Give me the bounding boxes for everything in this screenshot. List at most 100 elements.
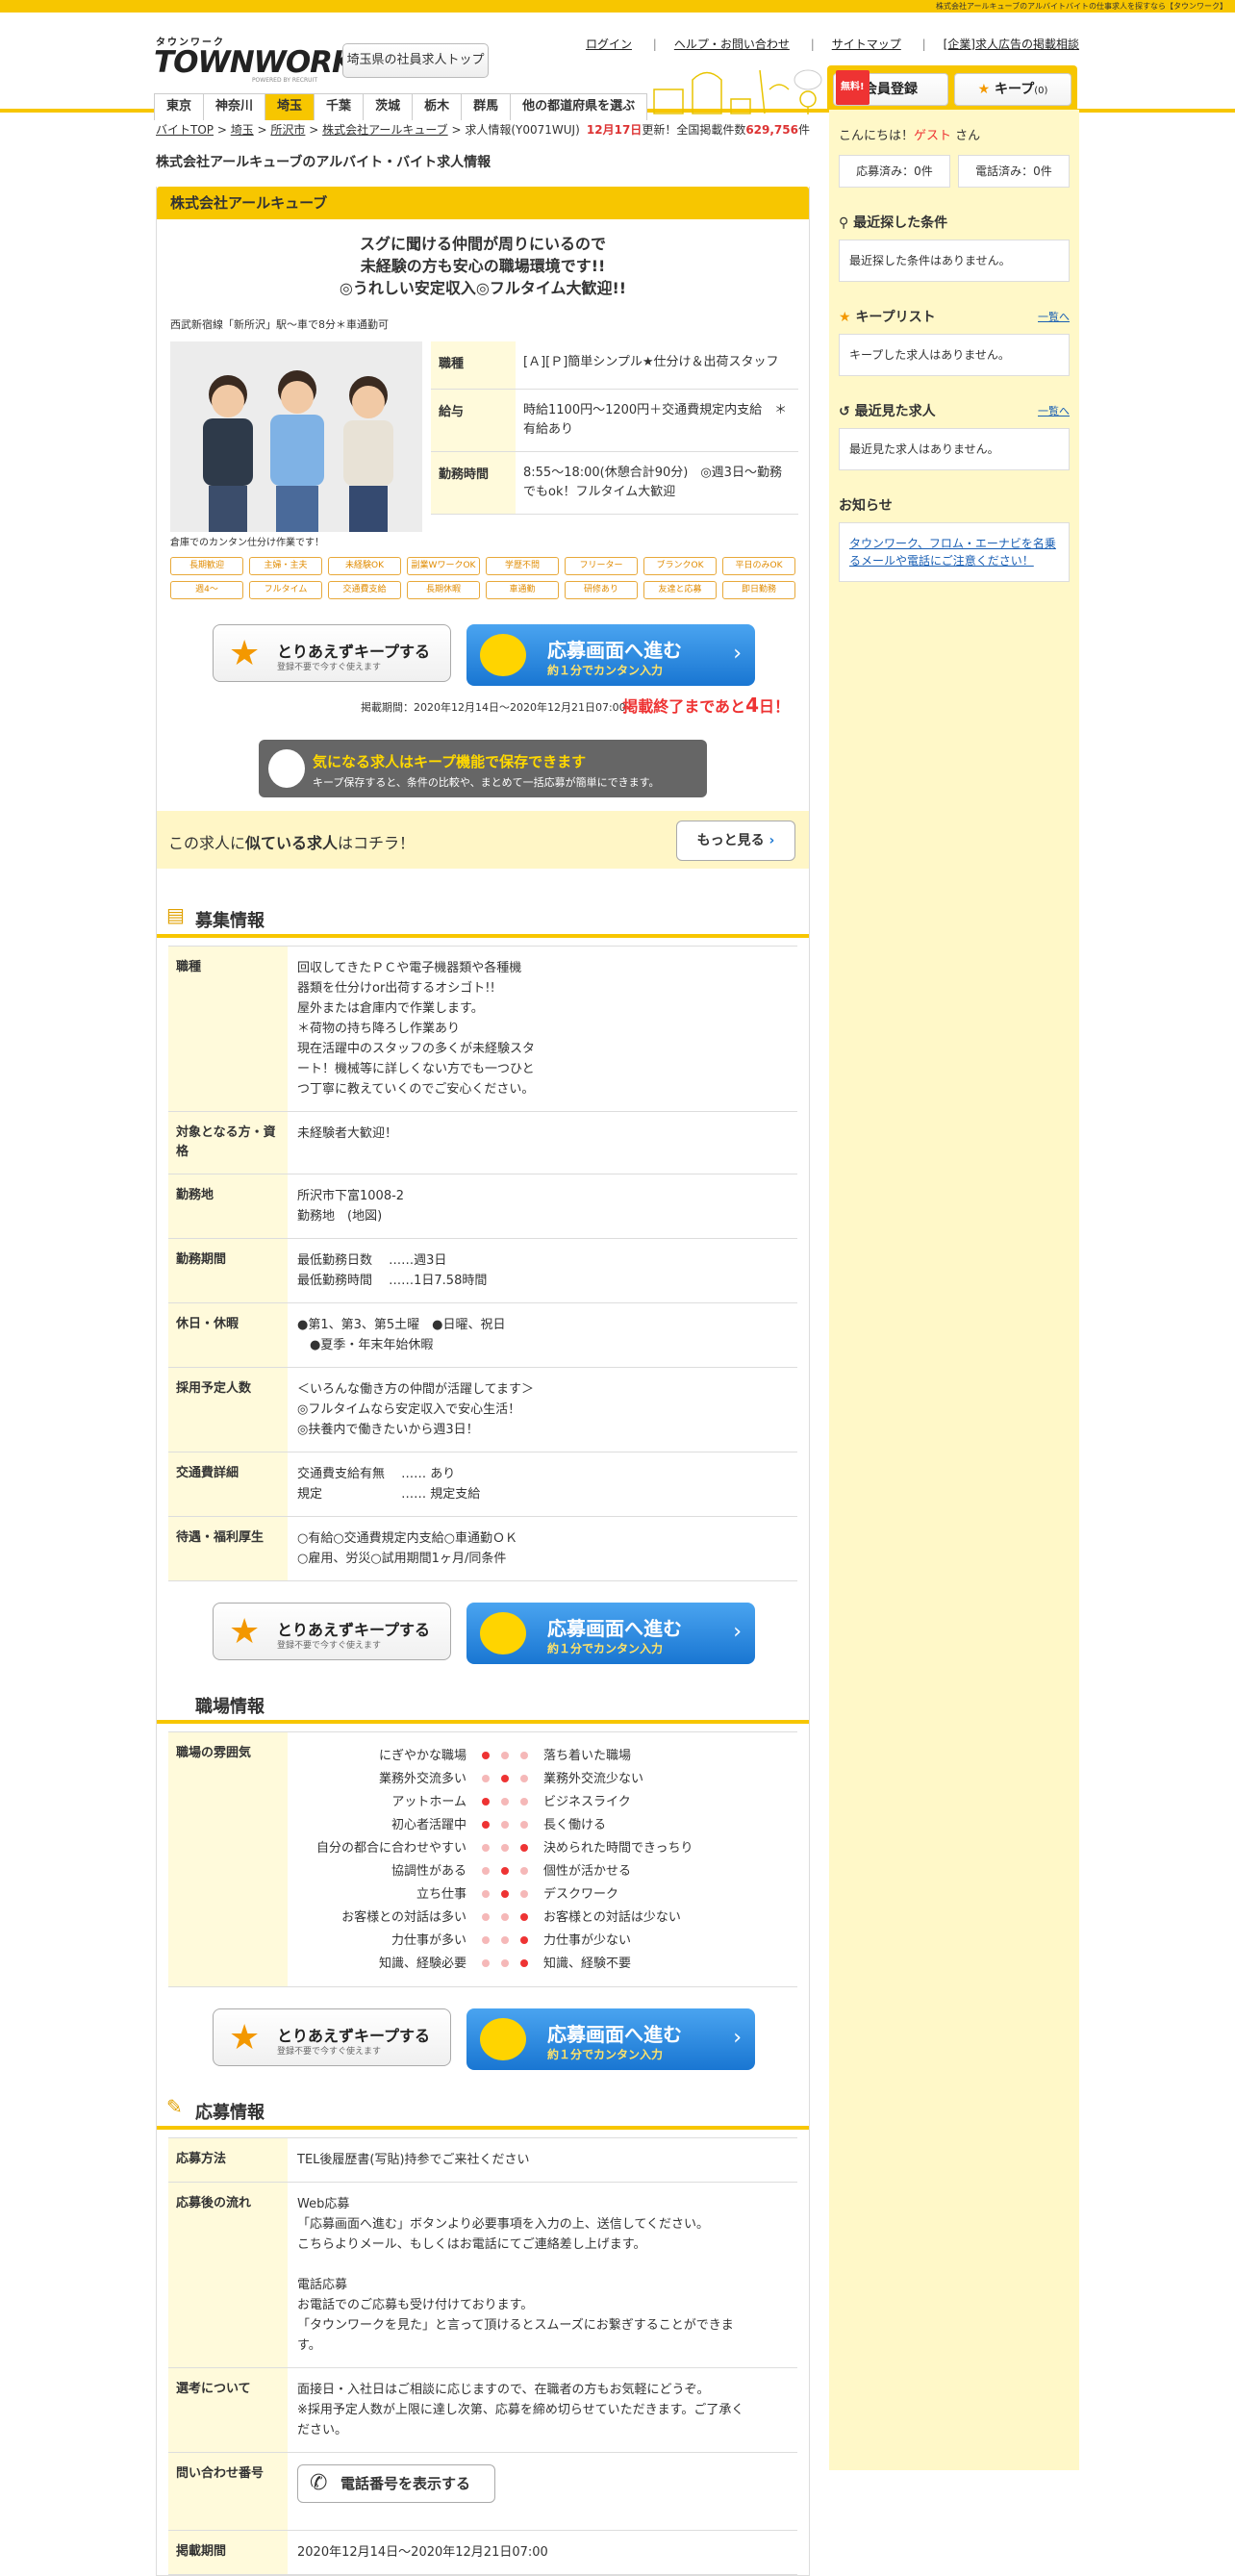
mood-dot [520,1913,528,1921]
pref-tab-other[interactable]: 他の都道府県を選ぶ [510,93,648,120]
feature-tag[interactable]: 週4～ [170,581,243,599]
mood-right: 落ち着いた職場 [543,1748,632,1763]
mood-dot [501,1844,509,1852]
feature-tag[interactable]: 研修あり [565,581,638,599]
detail-key: 応募後の流れ [168,2183,288,2367]
summary-key: 勤務時間 [431,452,516,514]
mood-dot [520,1959,528,1967]
mood-dot [520,1936,528,1944]
login-link[interactable]: ログイン [586,38,632,51]
recent-viewed-link[interactable]: 一覧へ [1038,403,1070,418]
breadcrumb-company[interactable]: 株式会社アールキューブ [322,123,448,137]
pref-tab-gunma[interactable]: 群馬 [461,93,512,120]
notice-link[interactable]: タウンワーク、フロム・エーナビを名乗るメールや電話にご注意ください！ [849,537,1056,568]
pref-tab-tochigi[interactable]: 栃木 [412,93,463,120]
summary-value: 時給1100円～1200円＋交通費規定内支給 ＊有給あり [523,403,788,437]
star-icon: ★ [839,310,851,325]
mood-item: 業務外交流多い 業務外交流少ない [297,1767,788,1790]
show-phone-button[interactable]: ✆ 電話番号を表示する [297,2464,495,2503]
feature-tag[interactable]: 長期休暇 [407,581,480,599]
summary-row: 給与 時給1100円～1200円＋交通費規定内支給 ＊有給あり [431,390,798,452]
keep-list-link[interactable]: 一覧へ [1038,309,1070,324]
keep-button-label: とりあえずキープする [277,2027,431,2045]
phone-icon: ✆ [310,2471,328,2495]
recent-viewed-box: 最近見た求人はありません。 [839,428,1070,470]
apply-info-header: ✎ 応募情報 [157,2089,809,2130]
free-badge: 無料! [836,70,870,105]
mood-left: 業務外交流多い [378,1771,466,1786]
member-register-label: 会員登録 [864,82,918,97]
sitemap-link[interactable]: サイトマップ [811,38,901,51]
feature-tag[interactable]: フリーター [565,557,638,575]
cta-row: ★ とりあえずキープする 登録不要で今すぐ使えます 応募画面へ進む 約１分でカン… [157,2008,809,2076]
townwork-logo[interactable]: タウンワーク TOWNWORK POWERED BY RECRUIT [154,34,355,84]
keep-button[interactable]: ★ とりあえずキープする 登録不要で今すぐ使えます [213,2008,451,2066]
photo-caption: 倉庫でのカンタン仕分け作業です！ [170,538,324,548]
detail-key: 選考について [168,2368,288,2452]
period-key: 掲載期間 [168,2531,288,2574]
feature-tag[interactable]: 即日勤務 [722,581,795,599]
keep-button[interactable]: ★ とりあえずキープする 登録不要で今すぐ使えます [213,624,451,682]
mood-dot [520,1890,528,1898]
pref-tab-ibaraki[interactable]: 茨城 [363,93,414,120]
similar-jobs-text: この求人に似ている求人はコチラ！ [168,834,416,852]
feature-tag[interactable]: ブランクOK [643,557,717,575]
star-icon: ★ [229,2018,261,2058]
detail-line: 勤務地 (地図) [297,1209,383,1224]
saitama-top-button[interactable]: 埼玉県の社員求人トップ [342,43,489,78]
feature-tag[interactable]: 未経験OK [328,557,401,575]
pref-tab-tokyo[interactable]: 東京 [154,93,205,120]
feature-tag[interactable]: 車通勤 [486,581,559,599]
breadcrumb-tokorozawa[interactable]: 所沢市 [270,123,305,137]
mood-dot [501,1913,509,1921]
catch-line: スグに聞ける仲間が周りにいるので [359,235,606,253]
detail-key: 応募方法 [168,2138,288,2182]
summary-value: [Ａ][Ｐ]簡単シンプル★仕分け＆出荷スタッフ [523,355,779,369]
breadcrumb-saitama[interactable]: 埼玉 [231,123,254,137]
apply-button[interactable]: 応募画面へ進む 約１分でカンタン入力 › [466,624,755,686]
feature-tag[interactable]: 長期歓迎 [170,557,243,575]
apply-button-label: 応募画面へ進む [547,2023,682,2046]
inquiry-row: 問い合わせ番号 ✆ 電話番号を表示する [168,2453,797,2531]
mood-dots [466,1844,543,1852]
help-link[interactable]: ヘルプ・お問い合わせ [653,38,790,51]
feature-tag[interactable]: フルタイム [249,581,322,599]
feature-tag[interactable]: 副業WワークOK [407,557,480,575]
feature-tag[interactable]: 友達と応募 [643,581,717,599]
pref-tab-saitama[interactable]: 埼玉 [265,93,315,120]
pref-tab-chiba[interactable]: 千葉 [314,93,365,120]
detail-line: 回収してきたＰＣや電子機器類や各種機 [297,961,522,975]
detail-key: 勤務地 [168,1174,288,1238]
keep-feature-banner[interactable]: 気になる求人はキープ機能で保存できます キープ保存すると、条件の比較や、まとめて… [259,740,707,797]
detail-line: ＜いろんな働き方の仲間が活躍してます＞ [297,1382,534,1397]
detail-line: 交通費支給有無 …… あり [297,1467,456,1481]
keep-header-button[interactable]: ★ キープ(0) [954,73,1071,106]
mood-dot [501,1752,509,1759]
detail-line: Web応募 [297,2197,350,2211]
ad-consult-link[interactable]: [企業]求人広告の掲載相談 [922,38,1079,51]
detail-line: 器類を仕分けor出荷するオシゴト!! [297,981,495,996]
company-name-header[interactable]: 株式会社アールキューブ [157,187,809,219]
recruit-table: 職種 回収してきたＰＣや電子機器類や各種機 器類を仕分けor出荷するオシゴト!! 屋外… [168,946,797,1581]
apply-button[interactable]: 応募画面へ進む 約１分でカンタン入力 › [466,1603,755,1664]
more-button[interactable]: もっと見る › [676,821,795,861]
catch-line: ◎うれしい安定収入◎フルタイム大歓迎!! [339,279,627,297]
detail-line: ート！機械等に詳しくない方でも一つひと [297,1062,535,1076]
keep-button[interactable]: ★ とりあえずキープする 登録不要で今すぐ使えます [213,1603,451,1660]
apply-button[interactable]: 応募画面へ進む 約１分でカンタン入力 › [466,2008,755,2070]
feature-tag[interactable]: 平日のみOK [722,557,795,575]
member-register-button[interactable]: 無料! 会員登録 [833,70,948,106]
mood-dot [520,1752,528,1759]
workplace-photo[interactable] [170,341,422,532]
chevron-right-icon: › [733,1620,742,1644]
feature-tag[interactable]: 主婦・主夫 [249,557,322,575]
pref-tab-kanagawa[interactable]: 神奈川 [203,93,266,120]
detail-row: 対象となる方・資格 未経験者大歓迎！ [168,1112,797,1174]
detail-line: 所沢市下富1008-2 [297,1189,405,1203]
detail-line: 規定 …… 規定支給 [297,1487,481,1502]
breadcrumb-baito-top[interactable]: バイトTOP [156,123,214,137]
feature-tag[interactable]: 学歴不問 [486,557,559,575]
detail-line: 屋外または倉庫内で作業します。 [297,1001,484,1016]
mood-item: 協調性がある 個性が活かせる [297,1859,788,1882]
feature-tag[interactable]: 交通費支給 [328,581,401,599]
